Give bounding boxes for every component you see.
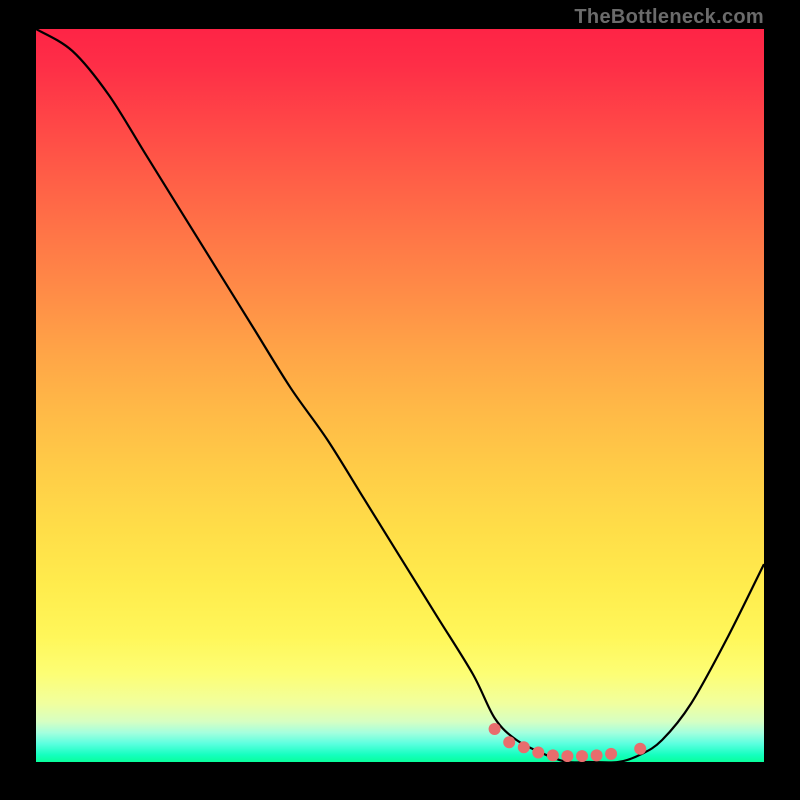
chart-svg	[36, 29, 764, 762]
highlight-dot	[605, 748, 617, 760]
highlight-dots-group	[489, 723, 647, 762]
highlight-dot	[532, 747, 544, 759]
highlight-dot	[489, 723, 501, 735]
plot-area	[36, 29, 764, 762]
watermark-text: TheBottleneck.com	[574, 6, 764, 29]
highlight-dot	[591, 749, 603, 761]
bottleneck-curve-path	[36, 29, 764, 762]
highlight-dot	[547, 749, 559, 761]
highlight-dot	[576, 750, 588, 762]
chart-frame: TheBottleneck.com	[0, 0, 800, 800]
highlight-dot	[561, 750, 573, 762]
highlight-dot	[503, 736, 515, 748]
highlight-dot	[634, 743, 646, 755]
highlight-dot	[518, 741, 530, 753]
